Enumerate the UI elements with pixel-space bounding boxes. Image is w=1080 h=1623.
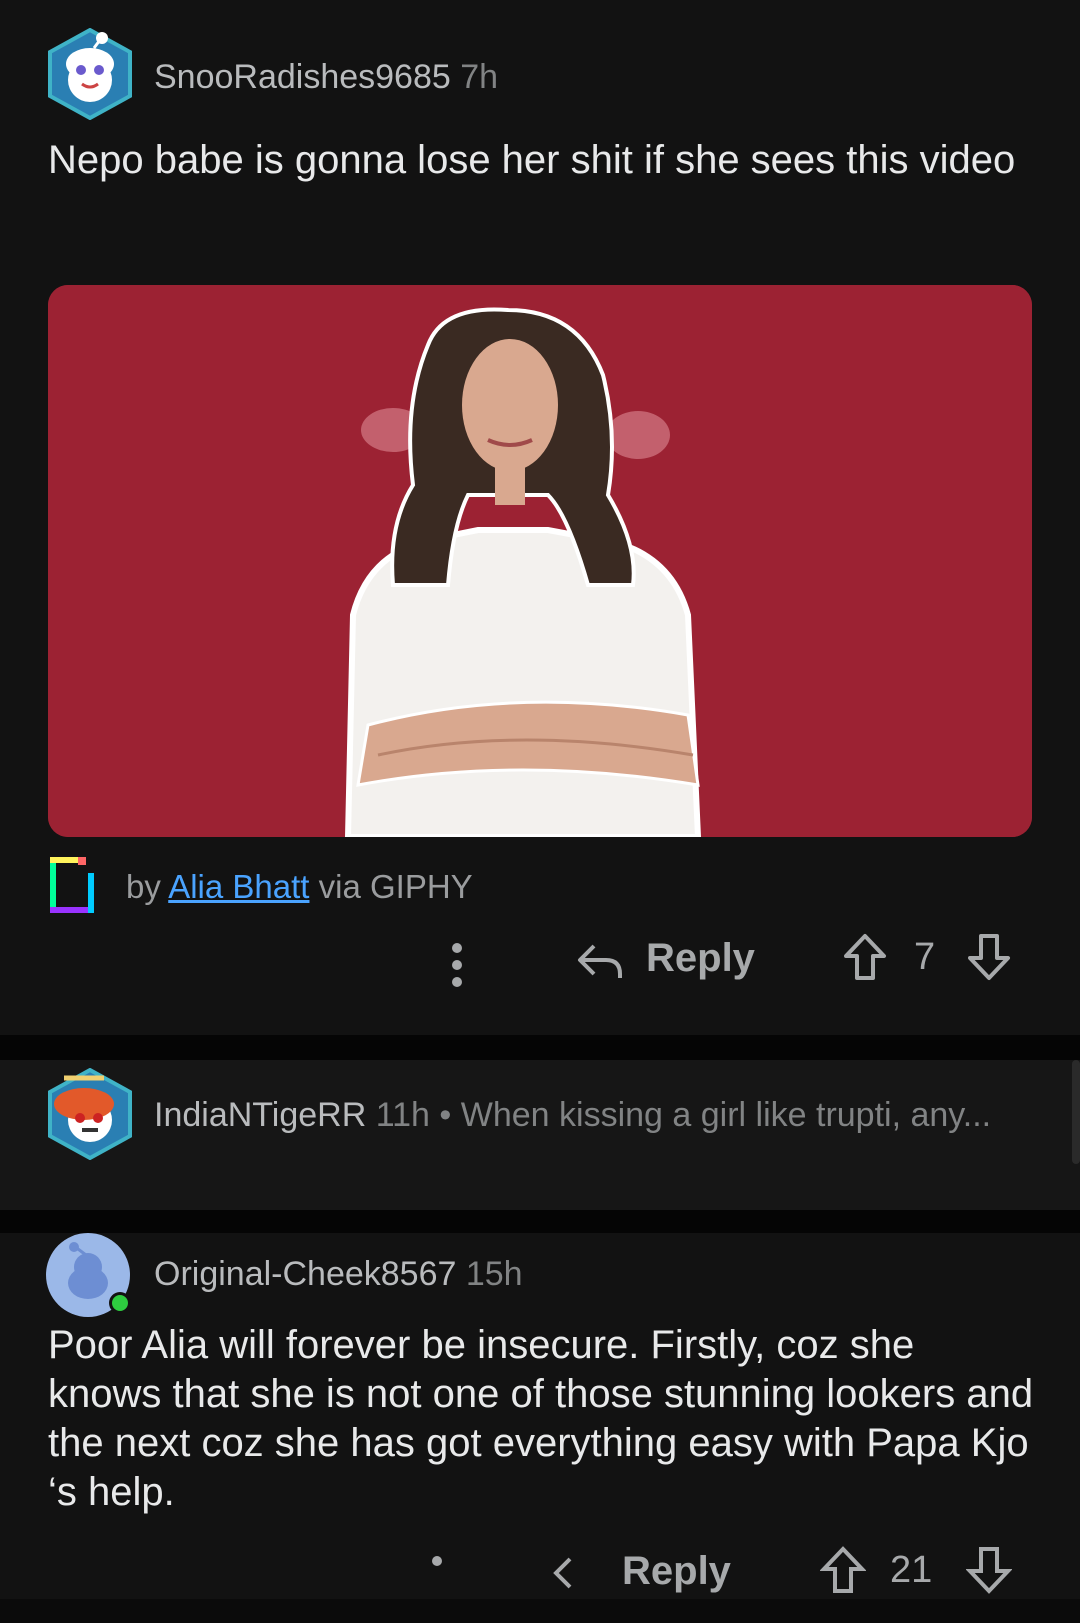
scrollbar[interactable]	[1072, 1060, 1080, 1164]
username[interactable]: Original-Cheek8567	[154, 1255, 456, 1293]
comment-card: SnooRadishes9685 7h Nepo babe is gonna l…	[0, 0, 1080, 1035]
username[interactable]: IndiaNTigeRR	[154, 1096, 366, 1134]
comment-meta: IndiaNTigeRR 11h • When kissing a girl l…	[154, 1096, 991, 1135]
comment-age: 7h	[460, 58, 499, 96]
gif-image	[48, 285, 1032, 837]
comment-body: Nepo babe is gonna lose her shit if she …	[48, 138, 1016, 182]
comment-preview: When kissing a girl like trupti, any...	[460, 1096, 992, 1134]
embedded-gif[interactable]	[48, 285, 1032, 837]
downvote-icon[interactable]	[966, 932, 1012, 982]
comment-meta: Original-Cheek8567 15h	[154, 1255, 523, 1294]
comment-divider	[0, 1035, 1080, 1060]
user-avatar[interactable]	[44, 28, 136, 120]
vote-count: 21	[890, 1549, 933, 1591]
user-avatar[interactable]	[44, 1068, 136, 1160]
reply-button[interactable]: Reply	[622, 1549, 731, 1594]
meta-separator: •	[439, 1096, 452, 1134]
more-vertical-icon[interactable]	[426, 1553, 448, 1603]
upvote-icon[interactable]	[842, 932, 888, 982]
upvote-icon[interactable]	[820, 1545, 866, 1595]
giphy-attribution: by Alia Bhatt via GIPHY	[126, 868, 473, 906]
reply-button[interactable]: Reply	[646, 936, 755, 981]
comment-age: 15h	[465, 1255, 523, 1293]
comment-age: 11h	[375, 1096, 430, 1134]
username[interactable]: SnooRadishes9685	[154, 58, 451, 96]
comment-body: Poor Alia will forever be insecure. Firs…	[48, 1323, 1034, 1514]
user-avatar[interactable]	[44, 1231, 136, 1323]
online-status-dot	[112, 1295, 128, 1311]
vote-count: 7	[914, 936, 936, 978]
comment-meta: SnooRadishes9685 7h	[154, 58, 498, 97]
comment-actions: Reply 21	[0, 1546, 1080, 1623]
giphy-author-link[interactable]: Alia Bhatt	[168, 868, 309, 905]
giphy-logo-icon	[50, 857, 94, 913]
downvote-icon[interactable]	[966, 1545, 1012, 1595]
comment-card: Original-Cheek8567 15h Poor Alia will fo…	[0, 1233, 1080, 1599]
comment-actions: Reply 7	[0, 934, 1080, 1010]
giphy-via: via GIPHY	[318, 868, 473, 905]
collapsed-comment[interactable]: IndiaNTigeRR 11h • When kissing a girl l…	[0, 1060, 1080, 1210]
giphy-by: by	[126, 868, 161, 905]
reply-arrow-icon[interactable]	[552, 1553, 600, 1595]
comment-divider	[0, 1210, 1080, 1233]
more-vertical-icon[interactable]	[446, 940, 468, 990]
reply-arrow-icon[interactable]	[576, 940, 624, 982]
